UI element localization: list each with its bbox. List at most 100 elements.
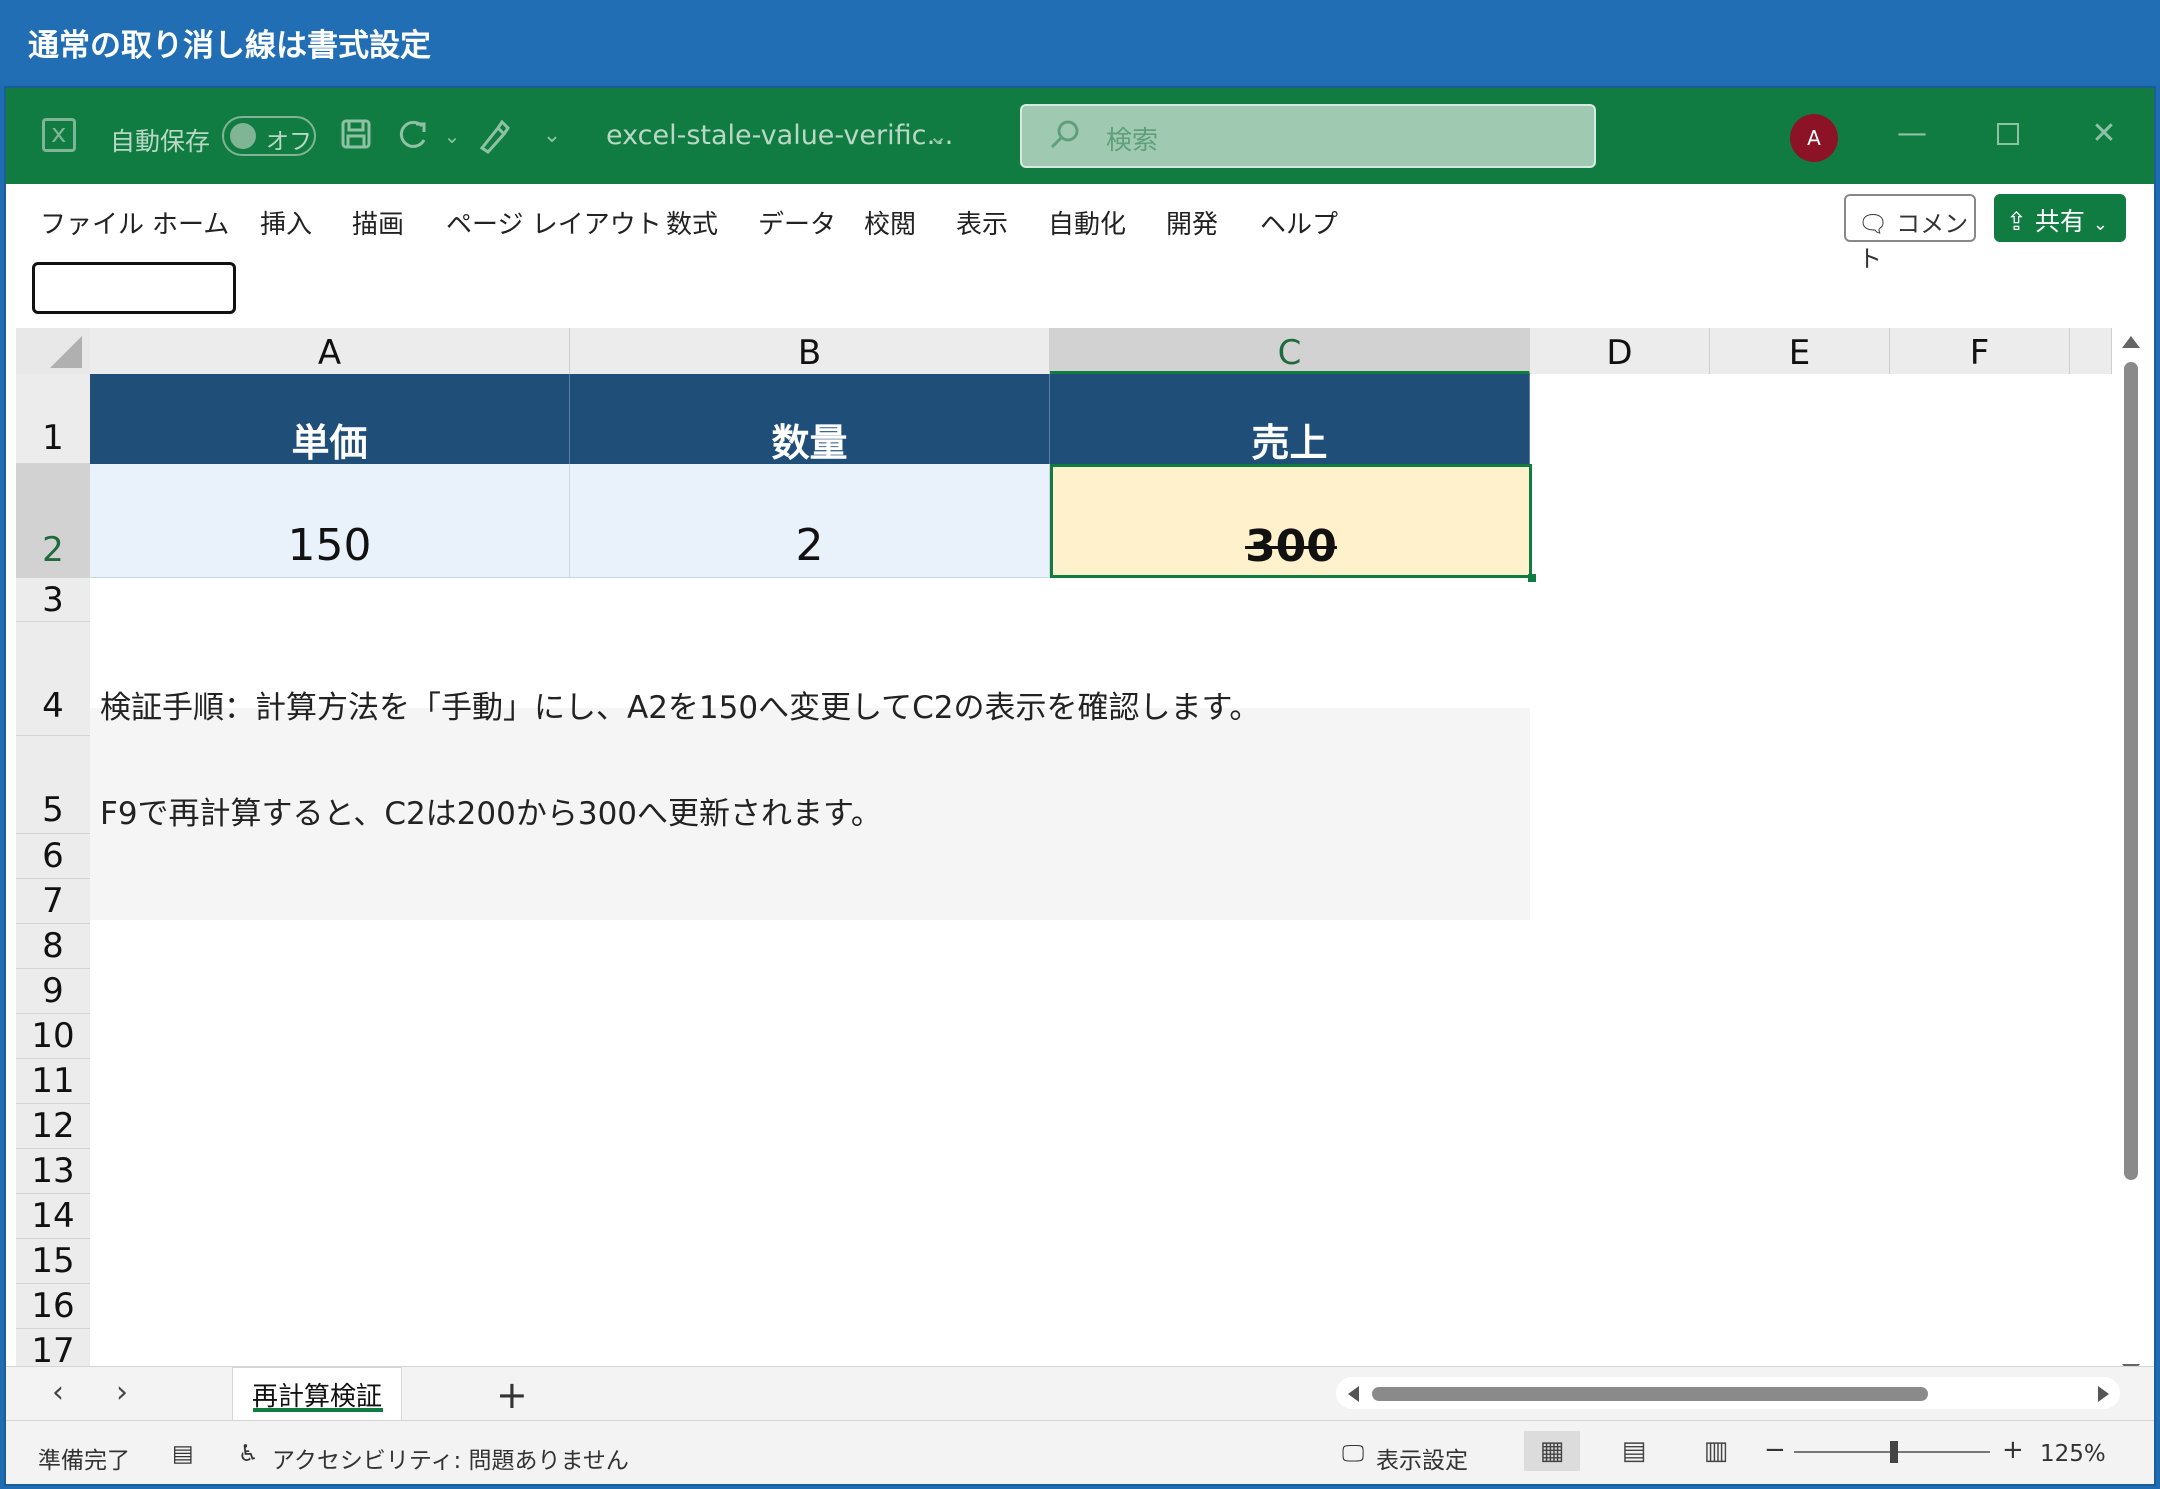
autosave-toggle[interactable]: オフ: [222, 116, 316, 156]
share-icon: ⇪: [2006, 207, 2027, 236]
page-layout-view-icon[interactable]: ▤: [1606, 1431, 1662, 1471]
column-header-a[interactable]: A: [90, 328, 570, 374]
close-icon[interactable]: ✕: [2080, 110, 2128, 158]
tab-review[interactable]: 校閲: [864, 204, 916, 241]
tab-formulas[interactable]: 数式: [666, 204, 718, 241]
comment-icon: 🗨︎: [1858, 210, 1889, 238]
horizontal-scrollbar[interactable]: [1336, 1377, 2120, 1409]
add-sheet-icon[interactable]: +: [496, 1373, 528, 1417]
row-header-9[interactable]: 9: [16, 969, 90, 1014]
cell-c2-selected[interactable]: 300: [1050, 464, 1532, 578]
vertical-scrollbar[interactable]: [2112, 328, 2154, 1408]
search-icon: [1050, 120, 1079, 149]
avatar[interactable]: A: [1790, 114, 1838, 162]
column-header-c[interactable]: C: [1050, 328, 1530, 374]
row-header-3[interactable]: 3: [16, 578, 90, 622]
redo-icon[interactable]: [396, 118, 432, 154]
customize-toolbar-icon[interactable]: ⌄: [534, 118, 570, 154]
row-header-2[interactable]: 2: [16, 464, 90, 578]
spreadsheet-grid: A B C D E F 1 2 3 4 5 6 7 8 9 10 11 12 1…: [16, 328, 2112, 1408]
file-name-chevron-icon[interactable]: ⌄: [920, 118, 956, 154]
name-box[interactable]: [32, 262, 236, 314]
row-header-13[interactable]: 13: [16, 1149, 90, 1194]
scroll-left-icon[interactable]: [1348, 1386, 1359, 1402]
macro-recording-icon[interactable]: ▤: [172, 1441, 194, 1467]
tab-home[interactable]: ホーム: [152, 204, 229, 241]
page-break-view-icon[interactable]: ▥: [1688, 1431, 1744, 1471]
row-header-7[interactable]: 7: [16, 879, 90, 924]
column-header-d[interactable]: D: [1530, 328, 1710, 374]
zoom-out-icon[interactable]: −: [1764, 1435, 1786, 1465]
autosave-label: 自動保存: [110, 127, 211, 156]
column-header-f[interactable]: F: [1890, 328, 2070, 374]
share-button[interactable]: ⇪ 共有 ⌄: [1994, 194, 2126, 242]
status-bar: 準備完了 ▤ ♿︎ アクセシビリティ: 問題ありません 🖵︎ 表示設定 ▦ ▤ …: [6, 1420, 2154, 1484]
file-name[interactable]: excel-stale-value-verific…: [606, 120, 953, 151]
share-dropdown-icon: ⌄: [2092, 214, 2108, 235]
share-label: 共有: [2034, 207, 2085, 236]
tab-draw[interactable]: 描画: [352, 204, 404, 241]
row-header-6[interactable]: 6: [16, 834, 90, 879]
tab-insert[interactable]: 挿入: [260, 204, 312, 241]
cell-a2[interactable]: 150: [90, 464, 570, 578]
excel-icon: [42, 118, 76, 152]
comment-button[interactable]: 🗨︎ コメント: [1844, 194, 1976, 273]
select-all-corner[interactable]: [16, 328, 90, 374]
row-header-12[interactable]: 12: [16, 1104, 90, 1149]
vertical-scroll-thumb[interactable]: [2124, 362, 2138, 1180]
toggle-knob: [230, 123, 256, 149]
active-sheet-underline: [253, 1408, 383, 1412]
zoom-in-icon[interactable]: +: [2002, 1435, 2024, 1465]
sheet-next-icon[interactable]: ›: [116, 1375, 128, 1410]
status-ready: 準備完了: [38, 1448, 130, 1474]
accessibility-status[interactable]: アクセシビリティ: 問題ありません: [272, 1441, 629, 1475]
minimize-icon[interactable]: —: [1888, 110, 1936, 158]
cell-b1[interactable]: 数量: [570, 374, 1050, 465]
display-settings[interactable]: 表示設定: [1376, 1441, 1468, 1475]
redo-dropdown-icon[interactable]: ⌄: [434, 118, 470, 154]
normal-view-icon[interactable]: ▦: [1524, 1431, 1580, 1471]
scroll-right-icon[interactable]: [2098, 1386, 2109, 1402]
zoom-slider-knob[interactable]: [1890, 1441, 1898, 1463]
scroll-up-icon[interactable]: [2122, 336, 2140, 348]
column-header-b[interactable]: B: [570, 328, 1050, 374]
excel-title-bar: 自動保存 オフ ⌄ ⌄ excel-stale-value-verific… ⌄…: [6, 88, 2154, 184]
column-header-g-partial[interactable]: [2070, 328, 2112, 374]
sheet-prev-icon[interactable]: ‹: [52, 1375, 64, 1410]
sheet-tab-active[interactable]: 再計算検証: [232, 1367, 402, 1421]
column-header-e[interactable]: E: [1710, 328, 1890, 374]
maximize-icon[interactable]: [1984, 110, 2032, 158]
row-header-10[interactable]: 10: [16, 1014, 90, 1059]
row-header-8[interactable]: 8: [16, 924, 90, 969]
display-settings-icon: 🖵︎: [1342, 1441, 1365, 1467]
window-title: 通常の取り消し線は書式設定: [0, 0, 2160, 84]
excel-window: 自動保存 オフ ⌄ ⌄ excel-stale-value-verific… ⌄…: [4, 86, 2156, 1486]
search-box[interactable]: 検索: [1020, 104, 1596, 168]
horizontal-scroll-thumb[interactable]: [1372, 1387, 1928, 1401]
save-icon[interactable]: [338, 118, 374, 154]
fill-handle[interactable]: [1528, 574, 1536, 582]
tab-developer[interactable]: 開発: [1166, 204, 1218, 241]
cell-a5-note[interactable]: F9で再計算すると、C2は200から300へ更新されます。: [100, 788, 882, 833]
tab-help[interactable]: ヘルプ: [1260, 204, 1338, 241]
zoom-level[interactable]: 125%: [2040, 1441, 2106, 1467]
row-header-4[interactable]: 4: [16, 622, 90, 736]
cell-b2[interactable]: 2: [570, 464, 1050, 578]
cell-a1[interactable]: 単価: [90, 374, 570, 465]
row-header-5[interactable]: 5: [16, 736, 90, 834]
tab-view[interactable]: 表示: [956, 204, 1008, 241]
cell-c1[interactable]: 売上: [1050, 374, 1530, 465]
cell-a4-note[interactable]: 検証手順：計算方法を「手動」にし、A2を150へ変更してC2の表示を確認します。: [100, 682, 1260, 727]
tab-data[interactable]: データ: [758, 204, 836, 241]
ribbon-tabs: ファイル ホーム 挿入 描画 ページ レイアウト 数式 データ 校閲 表示 自動…: [6, 184, 2154, 273]
row-header-1[interactable]: 1: [16, 374, 90, 464]
tab-page-layout[interactable]: ページ レイアウト: [446, 204, 662, 241]
row-header-11[interactable]: 11: [16, 1059, 90, 1104]
search-placeholder: 検索: [1106, 126, 1159, 156]
format-painter-icon[interactable]: [476, 118, 512, 154]
tab-file[interactable]: ファイル: [40, 204, 144, 241]
row-header-14[interactable]: 14: [16, 1194, 90, 1239]
row-header-16[interactable]: 16: [16, 1284, 90, 1329]
row-header-15[interactable]: 15: [16, 1239, 90, 1284]
tab-automate[interactable]: 自動化: [1048, 204, 1126, 241]
